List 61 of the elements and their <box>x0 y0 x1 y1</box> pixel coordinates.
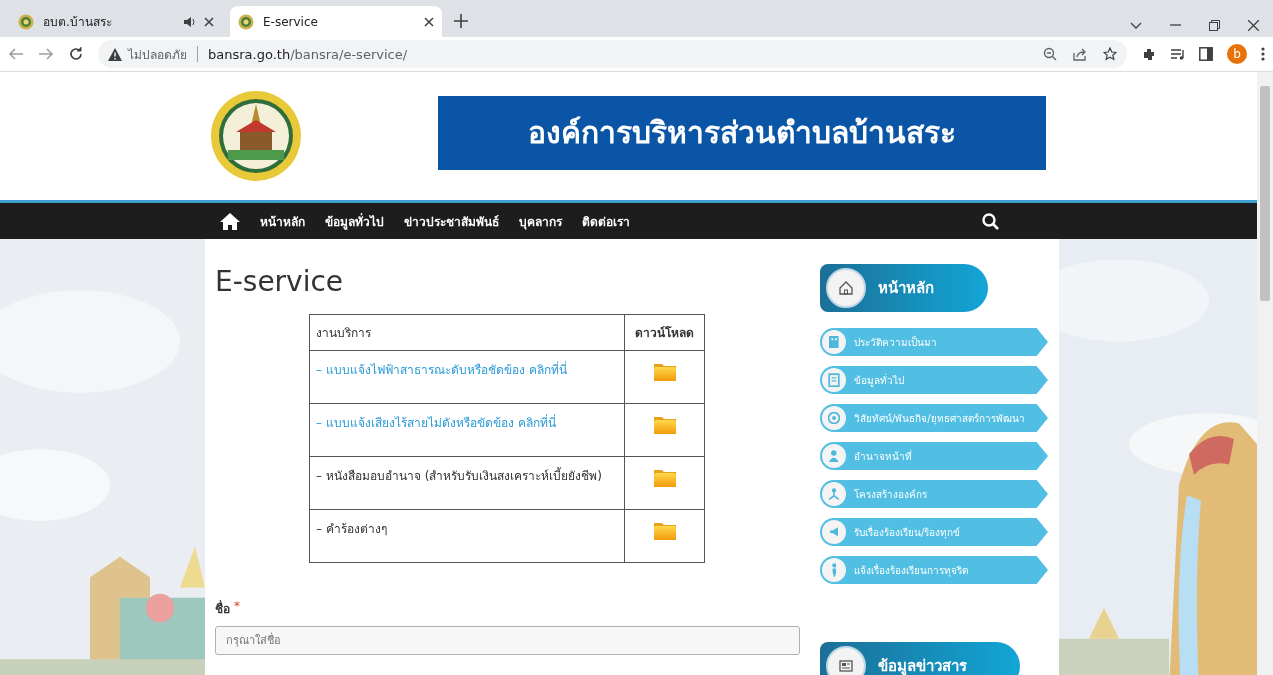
news-heading-button[interactable]: ข้อมูลข่าวสาร <box>820 642 1020 675</box>
page-title: E-service <box>215 265 345 298</box>
share-icon[interactable] <box>1073 47 1087 61</box>
warning-icon <box>108 47 122 61</box>
side-menu-item[interactable]: รับเรื่องร้องเรียน/ร้องทุกข์ <box>820 518 1048 546</box>
home-heading-button[interactable]: หน้าหลัก <box>820 264 988 312</box>
url-text: bansra.go.th/bansra/e-service/ <box>208 46 409 62</box>
profile-avatar[interactable]: b <box>1227 44 1247 64</box>
side-menu-item[interactable]: ประวัติความเป็นมา <box>820 328 1048 356</box>
tab-title: อบต.บ้านสระ <box>43 14 113 31</box>
close-icon[interactable] <box>1248 19 1259 31</box>
field-label: ชื่อ <box>215 599 230 618</box>
browser-tab[interactable]: อบต.บ้านสระ <box>10 6 222 37</box>
menu-icon[interactable] <box>1261 47 1265 61</box>
side-menu-item[interactable]: วิสัยทัศน์/พันธกิจ/ยุทธศาสตร์การพัฒนา <box>820 404 1048 432</box>
restore-icon[interactable] <box>1209 19 1220 31</box>
home-icon[interactable] <box>219 212 240 230</box>
side-menu-item[interactable]: ข้อมูลทั่วไป <box>820 366 1048 394</box>
side-menu-item[interactable]: แจ้งเรื่องร้องเรียนการทุจริต <box>820 556 1048 584</box>
zoom-out-icon[interactable] <box>1043 47 1057 61</box>
nav-link[interactable]: ข้อมูลทั่วไป <box>324 211 384 231</box>
megaphone-icon <box>829 527 839 537</box>
security-label: ไม่ปลอดภัย <box>128 46 187 64</box>
nav-link[interactable]: ข่าวประชาสัมพันธ์ <box>403 211 499 231</box>
seal-favicon-icon <box>18 13 34 30</box>
scrollbar[interactable] <box>1257 72 1273 675</box>
side-panel-icon[interactable] <box>1199 47 1213 61</box>
form-link[interactable]: – แบบแจ้งเสียงไร้สายไม่ดังหรือขัดข้อง คลิกที่นี่ <box>316 416 556 430</box>
service-name: – คำร้องต่างๆ <box>316 522 387 536</box>
forward-icon[interactable] <box>38 46 54 62</box>
nav-link[interactable]: ติดต่อเรา <box>581 211 630 231</box>
seal-favicon-icon <box>238 13 254 30</box>
nav-link[interactable]: บุคลากร <box>518 211 562 231</box>
close-icon[interactable] <box>204 16 214 27</box>
chevron-down-icon[interactable] <box>1130 21 1142 29</box>
reload-icon[interactable] <box>68 46 84 62</box>
puzzle-icon[interactable] <box>1141 46 1156 62</box>
service-name: – หนังสือมอบอำนาจ (สำหรับรับเงินสงเคราะห์เบี้ยยังชีพ) <box>316 469 602 483</box>
target-icon <box>828 412 840 424</box>
browser-tab[interactable]: E-service <box>230 6 442 37</box>
site-banner: องค์การบริหารส่วนตำบลบ้านสระ <box>437 95 1046 170</box>
address-bar[interactable]: ไม่ปลอดภัย bansra.go.th/bansra/e-service/ <box>98 40 1127 68</box>
column-header: งานบริการ <box>309 314 625 351</box>
playlist-icon[interactable] <box>1170 47 1185 61</box>
close-icon[interactable] <box>424 16 434 27</box>
tab-title: E-service <box>263 14 319 29</box>
speaker-icon[interactable] <box>183 15 195 28</box>
star-icon[interactable] <box>1103 47 1117 61</box>
search-icon[interactable] <box>981 212 999 230</box>
name-field[interactable]: กรุณาใส่ชื่อ <box>215 626 800 655</box>
side-menu-item[interactable]: โครงสร้างองค์กร <box>820 480 1048 508</box>
required-asterisk: * <box>234 599 240 615</box>
new-tab-icon[interactable] <box>454 14 468 28</box>
newspaper-icon <box>837 657 855 675</box>
document-icon <box>828 372 840 388</box>
back-icon[interactable] <box>8 46 24 62</box>
nav-link[interactable]: หน้าหลัก <box>259 211 305 231</box>
building-icon <box>829 336 839 348</box>
house-icon <box>837 279 855 297</box>
side-menu-item[interactable]: อำนาจหน้าที่ <box>820 442 1048 470</box>
column-header: ดาวน์โหลด <box>624 314 705 351</box>
